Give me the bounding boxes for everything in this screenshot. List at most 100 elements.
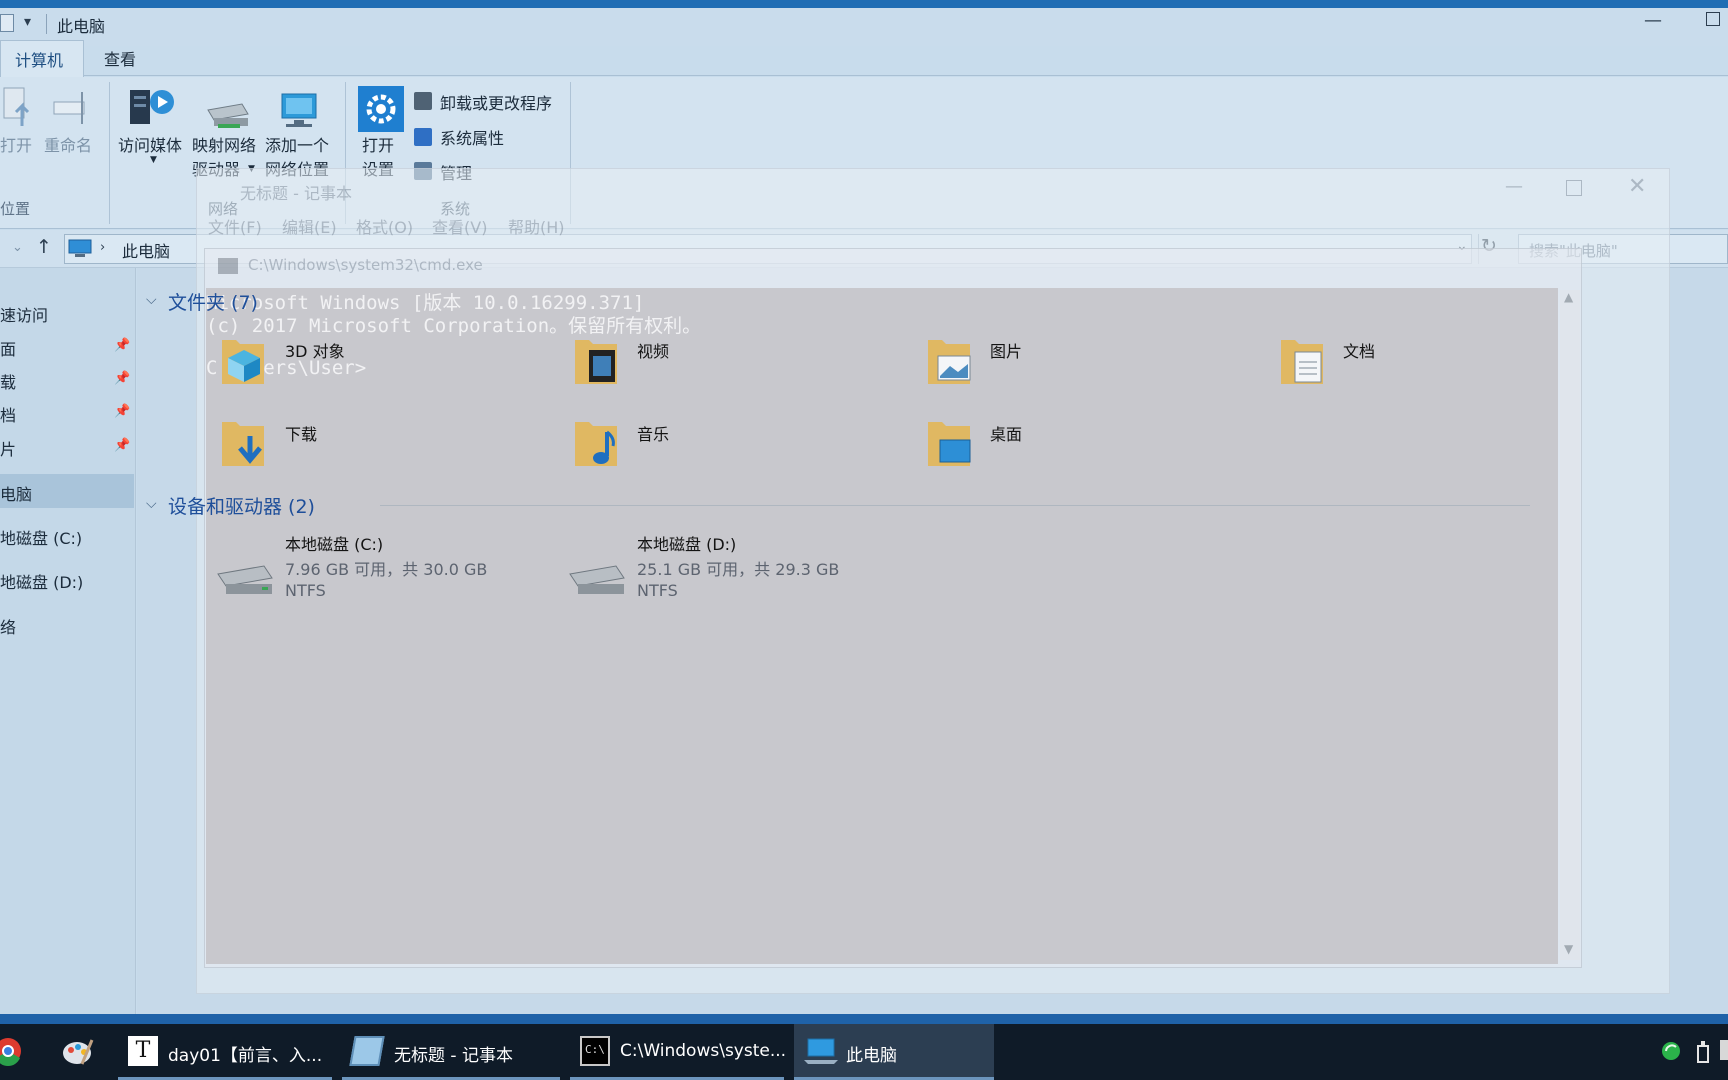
folder-downloads-icon — [222, 422, 264, 466]
cmd-window-icon — [218, 258, 238, 274]
maximize-button[interactable] — [1706, 12, 1720, 26]
quick-access-icon[interactable] — [0, 14, 14, 32]
pin-icon: 📌 — [114, 438, 131, 453]
hard-drive-d-icon — [569, 565, 625, 594]
folder-desktop-icon — [928, 422, 971, 466]
section-divider — [380, 505, 1530, 506]
pin-icon: 📌 — [114, 404, 131, 419]
taskbar-item-cmd[interactable]: C:\ C:\Windows\syste... — [570, 1024, 786, 1080]
recent-locations-icon[interactable]: ⌄ — [12, 240, 23, 255]
volume-icon[interactable] — [1720, 1040, 1728, 1060]
cmd-line-2: (c) 2017 Microsoft Corporation。保留所有权利。 — [206, 315, 702, 337]
tab-view[interactable]: 查看 — [104, 46, 136, 70]
rename-button[interactable]: 重命名 — [44, 134, 92, 157]
collapse-folders-icon[interactable]: ⌵ — [146, 292, 157, 308]
system-properties-button[interactable]: 系统属性 — [440, 125, 504, 149]
nav-documents[interactable]: 档 — [0, 402, 16, 426]
title-divider — [46, 14, 47, 34]
network-location-icon — [281, 93, 317, 127]
collapse-devices-icon[interactable]: ⌵ — [146, 496, 157, 512]
folder-label[interactable]: 视频 — [637, 338, 669, 362]
folder-label[interactable]: 下载 — [285, 421, 317, 445]
notepad-menu-view[interactable]: 查看(V) — [432, 214, 487, 238]
notepad-menu-help[interactable]: 帮助(H) — [508, 214, 565, 238]
media-server-icon — [130, 90, 174, 124]
taskbar-label: 此电脑 — [846, 1046, 897, 1066]
breadcrumb-this-pc[interactable]: 此电脑 — [122, 238, 170, 262]
cmd-scrollbar[interactable] — [1560, 290, 1580, 960]
folder-label[interactable]: 音乐 — [637, 421, 669, 445]
folder-label[interactable]: 桌面 — [990, 421, 1022, 445]
nav-network[interactable]: 络 — [0, 614, 16, 638]
taskbar-item-typora[interactable]: T day01【前言、入... — [118, 1024, 332, 1080]
section-devices[interactable]: 设备和驱动器 (2) — [168, 492, 315, 519]
folder-music-icon — [575, 422, 617, 466]
notepad-close-button[interactable]: ✕ — [1628, 174, 1646, 199]
uninstall-icon — [414, 92, 432, 110]
open-settings-button-line1[interactable]: 打开 — [362, 134, 394, 157]
nav-drive-d[interactable]: 地磁盘 (D:) — [0, 569, 83, 593]
taskbar-item-explorer[interactable]: 此电脑 — [794, 1024, 994, 1080]
hard-drive-c-icon — [217, 565, 273, 594]
taskbar-item-notepad[interactable]: 无标题 - 记事本 — [342, 1024, 560, 1080]
system-properties-icon — [414, 128, 432, 146]
nav-this-pc[interactable]: 电脑 — [0, 481, 32, 505]
notepad-menu-edit[interactable]: 编辑(E) — [282, 214, 337, 238]
breadcrumb-chevron-icon: › — [100, 240, 106, 255]
open-button[interactable]: 打开 — [0, 134, 32, 157]
cmd-console[interactable] — [206, 288, 1558, 964]
taskbar-label: day01【前言、入... — [168, 1046, 323, 1066]
folder-label[interactable]: 文档 — [1343, 338, 1375, 362]
folder-label[interactable]: 图片 — [990, 338, 1022, 362]
map-drive-button-line1[interactable]: 映射网络 — [192, 134, 256, 157]
nav-drive-c[interactable]: 地磁盘 (C:) — [0, 525, 82, 549]
window-title: 此电脑 — [57, 17, 106, 36]
drive-c-name[interactable]: 本地磁盘 (C:) — [285, 531, 383, 555]
folder-documents-icon — [1281, 340, 1323, 384]
notepad-title: 无标题 - 记事本 — [240, 184, 352, 203]
taskbar-accent-line — [0, 1014, 1728, 1024]
this-pc-icon — [804, 1038, 838, 1064]
drive-d-name[interactable]: 本地磁盘 (D:) — [637, 531, 736, 555]
network-status-icon[interactable] — [1660, 1040, 1682, 1062]
customize-quick-access-icon[interactable]: ▾ — [24, 14, 31, 30]
uninstall-programs-button[interactable]: 卸载或更改程序 — [440, 90, 552, 114]
this-pc-icon — [68, 239, 92, 257]
paint-icon[interactable] — [60, 1034, 94, 1068]
cmd-icon: C:\ — [580, 1036, 610, 1066]
folder-3d-objects-icon — [222, 340, 264, 384]
notepad-maximize-button[interactable] — [1566, 180, 1582, 196]
nav-downloads[interactable]: 载 — [0, 369, 16, 393]
ribbon-tab-bar — [0, 40, 1728, 76]
open-icon — [3, 87, 30, 126]
usb-device-icon[interactable] — [1694, 1040, 1712, 1064]
tab-computer[interactable]: 计算机 — [0, 40, 84, 77]
folder-videos-icon — [575, 340, 617, 384]
rename-icon — [53, 92, 85, 124]
add-location-button-line1[interactable]: 添加一个 — [265, 134, 329, 157]
minimize-button[interactable]: — — [1644, 10, 1662, 31]
cmd-title: C:\Windows\system32\cmd.exe — [248, 256, 483, 274]
group-label-location: 位置 — [0, 200, 31, 218]
folder-label[interactable]: 3D 对象 — [285, 338, 345, 362]
typora-icon: T — [128, 1036, 158, 1066]
pin-icon: 📌 — [114, 338, 131, 353]
drive-d-space: 25.1 GB 可用，共 29.3 GB — [637, 560, 840, 579]
drive-c-space: 7.96 GB 可用，共 30.0 GB — [285, 560, 488, 579]
notepad-minimize-button[interactable]: — — [1505, 176, 1523, 197]
nav-desktop[interactable]: 面 — [0, 336, 16, 360]
access-media-button[interactable]: 访问媒体 — [118, 134, 182, 157]
notepad-menu-file[interactable]: 文件(F) — [208, 214, 262, 238]
up-arrow-icon[interactable]: ↑ — [36, 236, 52, 258]
nav-quick-access[interactable]: 速访问 — [0, 302, 48, 326]
folder-pictures-icon — [928, 340, 971, 384]
section-folders[interactable]: 文件夹 (7) — [168, 288, 258, 315]
settings-gear-icon — [358, 86, 404, 132]
notepad-icon — [349, 1036, 385, 1066]
nav-pictures[interactable]: 片 — [0, 436, 16, 460]
scroll-up-icon[interactable]: ▲ — [1564, 290, 1573, 304]
scroll-down-icon[interactable]: ▼ — [1564, 942, 1573, 956]
chrome-icon[interactable] — [0, 1036, 26, 1066]
notepad-menu-format[interactable]: 格式(O) — [356, 214, 413, 238]
drive-d-filesystem: NTFS — [637, 581, 678, 600]
